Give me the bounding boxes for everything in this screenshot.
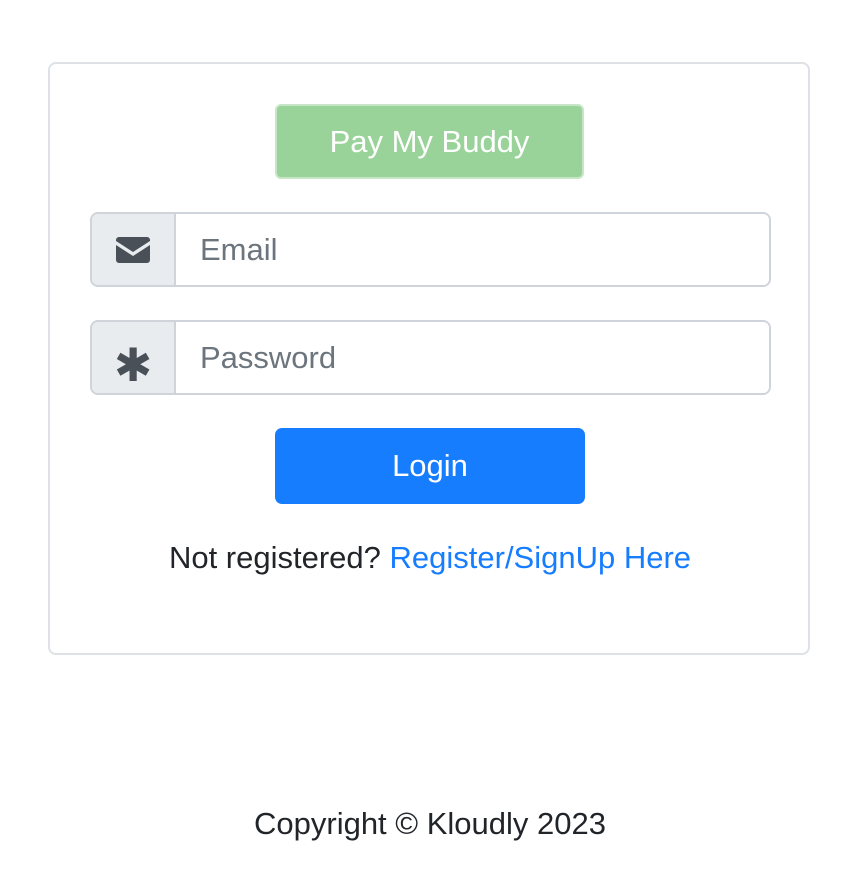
register-link[interactable]: Register/SignUp Here: [390, 540, 692, 575]
brand-button[interactable]: Pay My Buddy: [275, 104, 584, 179]
email-input[interactable]: [176, 214, 769, 285]
asterisk-icon: ✱: [113, 337, 153, 392]
register-prompt-line: Not registered? Register/SignUp Here: [0, 540, 854, 576]
envelope-icon: [116, 236, 150, 263]
password-addon: ✱: [92, 322, 176, 393]
login-button[interactable]: Login: [275, 428, 585, 504]
password-input-group: ✱: [90, 320, 771, 395]
email-addon: [92, 214, 176, 285]
footer-copyright: Copyright © Kloudly 2023: [254, 806, 606, 841]
password-input[interactable]: [176, 322, 769, 393]
email-input-group: [90, 212, 771, 287]
register-prompt-text: Not registered?: [168, 540, 381, 575]
